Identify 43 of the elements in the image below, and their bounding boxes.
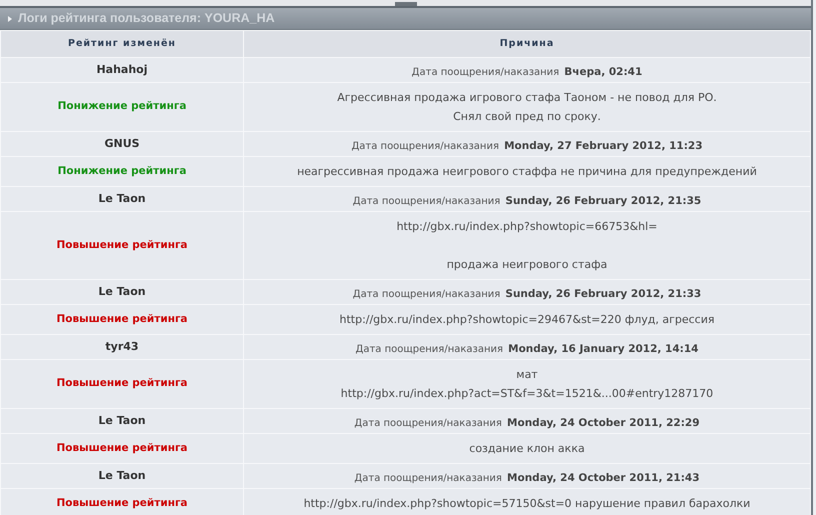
date-label: Дата поощрения/наказания	[351, 141, 499, 152]
user-name: Le Taon	[0, 186, 244, 212]
date-value: Вчера, 02:41	[564, 66, 642, 78]
resize-handle[interactable]	[394, 2, 416, 6]
user-name: Hahahoj	[0, 58, 244, 82]
rating-change: Повышение рейтинга	[0, 434, 244, 464]
column-header: Причина	[244, 30, 810, 58]
reason-line: неагрессивная продажа неигрового стаффа не причина для предупреждений	[296, 164, 758, 180]
reason-line: http://gbx.ru/index.php?showtopic=66753&hl=	[396, 219, 658, 235]
date-value: Monday, 24 October 2011, 21:43	[507, 472, 700, 484]
rating-change: Понижение рейтинга	[0, 156, 244, 186]
reason-line: http://gbx.ru/index.php?showtopic=29467&st=220 флуд, агрессия	[338, 312, 716, 328]
rating-change: Повышение рейтинга	[0, 212, 244, 280]
user-name: tyr43	[0, 334, 244, 360]
reason-line: Агрессивная продажа игрового стафа Таоном - не повод для РО.	[336, 90, 718, 106]
date-value: Sunday, 26 February 2012, 21:33	[505, 288, 702, 300]
user-name: Le Taon	[0, 464, 244, 488]
date-value: Monday, 16 January 2012, 14:14	[508, 343, 698, 355]
reason-line: Снял свой пред по сроку.	[452, 109, 602, 125]
rating-change: Повышение рейтинга	[0, 488, 244, 515]
date-label: Дата поощрения/наказания	[356, 344, 504, 355]
column-header: Рейтинг изменён	[0, 30, 244, 58]
rating-change: Повышение рейтинга	[0, 360, 244, 408]
rating-change: Понижение рейтинга	[0, 82, 244, 132]
date-label: Дата поощрения/наказания	[352, 196, 500, 207]
date-value: Monday, 27 February 2012, 11:23	[504, 140, 703, 152]
panel-title: Логи рейтинга пользователя: YOURA_HA	[18, 10, 275, 28]
date-value: Sunday, 26 February 2012, 21:35	[505, 195, 702, 207]
reason-line: создание клон акка	[468, 441, 586, 457]
reason-line: http://gbx.ru/index.php?showtopic=57150&st=0 нарушение правил барахолки	[302, 496, 752, 512]
user-name: GNUS	[0, 132, 244, 156]
date-label: Дата поощрения/наказания	[352, 289, 500, 300]
date-label: Дата поощрения/наказания	[354, 418, 502, 429]
reason-line: продажа неигрового стафа	[446, 257, 608, 273]
date-value: Monday, 24 October 2011, 22:29	[507, 417, 700, 429]
reason-line: мат	[515, 367, 539, 383]
date-label: Дата поощрения/наказания	[354, 473, 502, 484]
rating-change: Повышение рейтинга	[0, 304, 244, 334]
user-name: Le Taon	[0, 408, 244, 434]
triangle-icon	[8, 16, 12, 22]
reason-line: http://gbx.ru/index.php?act=ST&f=3&t=1521&...00#entry1287170	[340, 386, 714, 402]
date-label: Дата поощрения/наказания	[412, 67, 560, 78]
user-name: Le Taon	[0, 280, 244, 304]
